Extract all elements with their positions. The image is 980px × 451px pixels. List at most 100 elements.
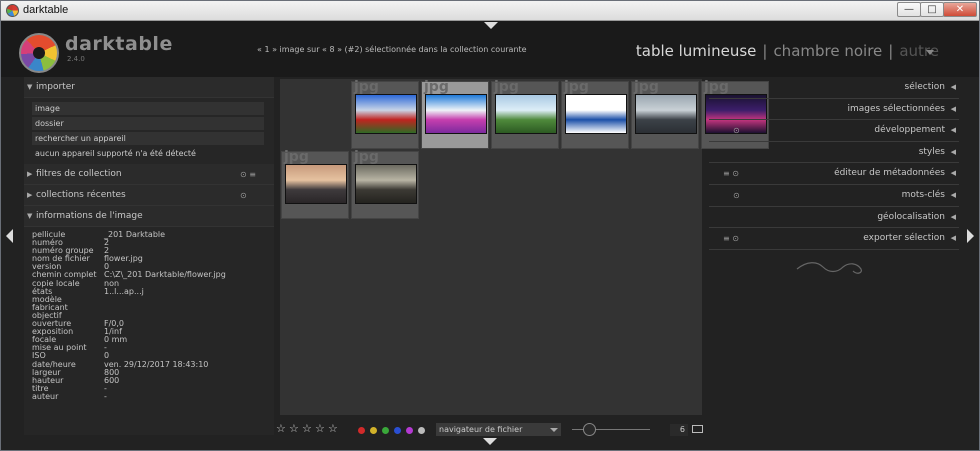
- color-label-dot[interactable]: [418, 427, 425, 434]
- navigation-select-value: navigateur de fichier: [439, 425, 523, 434]
- star-rating-2[interactable]: ☆: [289, 422, 299, 435]
- info-value: ven. 29/12/2017 18:43:10: [104, 359, 209, 369]
- color-label-dot[interactable]: [394, 427, 401, 434]
- no-device-note: aucun appareil supporté n'a été détecté: [35, 149, 196, 158]
- import-body: image dossier rechercher un appareil auc…: [24, 98, 274, 164]
- thumbs-per-row-field[interactable]: 6: [670, 424, 688, 436]
- module-actions-icon[interactable]: ⊙: [733, 120, 740, 141]
- module-actions-icon[interactable]: ≡ ⊙: [723, 228, 739, 249]
- thumbnail-image: [565, 94, 627, 134]
- module-header[interactable]: développement ◀ ⊙: [709, 120, 959, 142]
- info-row: date/heure ven. 29/12/2017 18:43:10: [32, 359, 274, 369]
- thumbnail-extension: jpg: [354, 149, 379, 165]
- expanded-triangle-icon: ▼: [27, 212, 33, 220]
- module-import-header[interactable]: ▼ importer: [24, 77, 274, 98]
- module-header[interactable]: styles ◀: [709, 142, 959, 164]
- collapse-right-arrow-icon[interactable]: [967, 229, 974, 243]
- star-rating-5[interactable]: ☆: [328, 422, 338, 435]
- info-row: exposition 1/inf: [32, 328, 274, 336]
- thumbnail-image: [425, 94, 487, 134]
- module-header[interactable]: géolocalisation ◀: [709, 207, 959, 229]
- info-row: nom de fichier flower.jpg: [32, 255, 274, 263]
- module-filters-header[interactable]: ▶ filtres de collection ⊙ ≡: [24, 164, 274, 185]
- view-lighttable[interactable]: table lumineuse: [636, 42, 757, 60]
- monitor-icon[interactable]: [692, 425, 703, 433]
- image-info-table: pellicule _201 Darktable numéro 2 numéro gro…: [24, 227, 274, 433]
- view-separator: |: [762, 42, 768, 60]
- info-key: auteur: [32, 391, 59, 401]
- lighttable-grid: jpg jpg jpg jpg jpg jpg jpg jpg: [280, 79, 769, 415]
- header-bar: darktable 2.4.0 « 1 » image sur « 8 » (#…: [1, 21, 979, 77]
- color-label-dot[interactable]: [358, 427, 365, 434]
- darktable-app-icon: [6, 4, 19, 17]
- app-window: darktable — □ ✕ darktable 2.4.0 « 1 » im…: [0, 0, 980, 451]
- module-header[interactable]: éditeur de métadonnées ◀ ≡ ⊙: [709, 163, 959, 185]
- info-row: auteur -: [32, 391, 274, 401]
- minimize-button[interactable]: —: [897, 2, 921, 17]
- thumbnail[interactable]: jpg: [281, 149, 349, 219]
- module-title: collections récentes: [36, 190, 126, 200]
- module-actions-icon[interactable]: ⊙: [733, 185, 740, 206]
- expanded-triangle-icon: ▼: [27, 83, 33, 91]
- module-title: styles: [918, 146, 945, 157]
- module-title: filtres de collection: [36, 169, 122, 179]
- module-image-info-header[interactable]: ▼ informations de l'image: [24, 206, 274, 227]
- color-label-dot[interactable]: [370, 427, 377, 434]
- info-value: -: [104, 391, 107, 401]
- panel-end-flourish: [796, 262, 862, 274]
- module-recent-collections-header[interactable]: ▶ collections récentes ⊙: [24, 185, 274, 206]
- module-title: importer: [36, 82, 75, 92]
- module-title: éditeur de métadonnées: [834, 168, 945, 179]
- thumbnail[interactable]: jpg: [561, 79, 629, 149]
- reset-and-presets-icon[interactable]: ⊙ ≡: [240, 164, 256, 185]
- close-button[interactable]: ✕: [943, 2, 977, 17]
- info-row: hauteur 600: [32, 376, 274, 385]
- collapsed-triangle-icon: ◀: [950, 126, 956, 135]
- color-label-dot[interactable]: [406, 427, 413, 434]
- thumbnail-extension: jpg: [564, 79, 589, 95]
- app-name: darktable: [65, 33, 173, 55]
- thumbnail[interactable]: jpg: [351, 79, 419, 149]
- thumbnail-image: [355, 164, 417, 204]
- info-row: mise au point -: [32, 344, 274, 352]
- info-row: copie locale non: [32, 279, 274, 288]
- import-image-button[interactable]: image: [32, 102, 264, 115]
- maximize-button[interactable]: □: [920, 2, 944, 17]
- thumbnail-image: [355, 94, 417, 134]
- module-title: informations de l'image: [36, 211, 143, 221]
- scan-devices-button[interactable]: rechercher un appareil: [32, 132, 264, 145]
- module-header[interactable]: sélection ◀: [709, 77, 959, 99]
- collapse-top-arrow-icon[interactable]: [484, 22, 498, 29]
- thumbnail[interactable]: jpg: [491, 79, 559, 149]
- collapse-bottom-arrow-icon[interactable]: [483, 438, 497, 445]
- import-folder-button[interactable]: dossier: [32, 117, 264, 130]
- thumbnail[interactable]: jpg: [631, 79, 699, 149]
- right-panel: sélection ◀ images sélectionnées ◀ développe…: [709, 77, 959, 277]
- view-switcher: table lumineuse | chambre noire | autre: [636, 42, 939, 60]
- star-rating-3[interactable]: ☆: [302, 422, 312, 435]
- module-actions-icon[interactable]: ≡ ⊙: [723, 163, 739, 184]
- collapse-left-arrow-icon[interactable]: [6, 229, 13, 243]
- reset-icon[interactable]: ⊙: [240, 185, 247, 206]
- navigation-select[interactable]: navigateur de fichier: [436, 423, 561, 436]
- thumbnail-extension: jpg: [284, 149, 309, 165]
- color-label-dot[interactable]: [382, 427, 389, 434]
- view-darkroom[interactable]: chambre noire: [773, 42, 882, 60]
- thumbnail-image: [285, 164, 347, 204]
- thumbnail[interactable]: jpg: [351, 149, 419, 219]
- info-value: 0 mm: [104, 335, 128, 345]
- info-row: largeur 800: [32, 368, 274, 377]
- thumbnail-extension: jpg: [354, 79, 379, 95]
- zoom-slider-handle[interactable]: [583, 423, 596, 436]
- module-header[interactable]: exporter sélection ◀ ≡ ⊙: [709, 228, 959, 250]
- view-dropdown-icon[interactable]: [926, 50, 934, 55]
- module-header[interactable]: images sélectionnées ◀: [709, 99, 959, 121]
- info-value: C:\Z\_201 Darktable/flower.jpg: [104, 270, 226, 280]
- thumbnail[interactable]: jpg: [421, 79, 489, 149]
- module-header[interactable]: mots-clés ◀ ⊙: [709, 185, 959, 207]
- star-rating-1[interactable]: ☆: [276, 422, 286, 435]
- collapsed-triangle-icon: ◀: [950, 83, 956, 91]
- star-rating-4[interactable]: ☆: [315, 422, 325, 435]
- info-value: flower.jpg: [104, 254, 143, 264]
- collapsed-triangle-icon: ◀: [950, 169, 956, 178]
